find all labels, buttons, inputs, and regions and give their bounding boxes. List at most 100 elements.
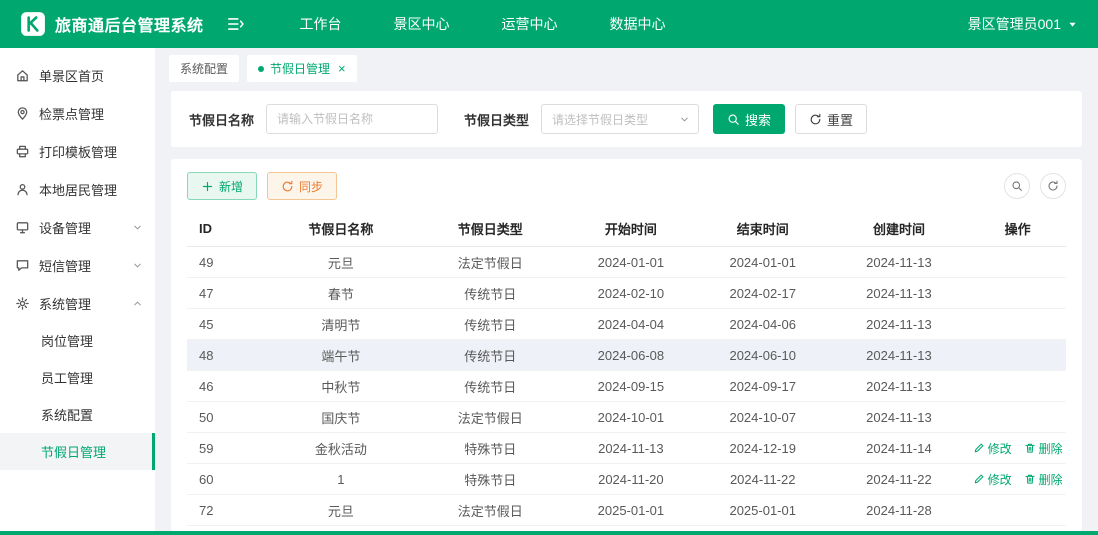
sync-icon <box>281 180 294 193</box>
search-button[interactable]: 搜索 <box>713 104 786 134</box>
tab-close-icon[interactable]: × <box>338 62 346 75</box>
tab-active[interactable]: 节假日管理 × <box>247 55 357 82</box>
cell-start: 2024-09-15 <box>597 378 665 394</box>
table-body: 49 元旦 法定节假日 2024-01-01 2024-01-01 2024-11-13 4… <box>187 247 1066 531</box>
nav-item-4[interactable]: 数据中心 <box>584 0 692 48</box>
column-header: 创建时间 <box>872 222 925 237</box>
sidebar-item[interactable]: 系统管理 <box>0 284 155 322</box>
cell-name: 中秋节 <box>321 379 361 395</box>
column-header: 结束时间 <box>736 222 789 237</box>
sidebar-item-label: 短信管理 <box>39 258 92 274</box>
add-button[interactable]: 新增 <box>187 172 258 200</box>
app-root: 旅商通后台管理系统 工作台 景区中心 运营中心 数据中心 景区管理员001 单景区首页… <box>0 0 1098 535</box>
sidebar-item-label: 设备管理 <box>39 220 92 236</box>
tab-label: 系统配置 <box>180 62 229 76</box>
sidebar-subitem[interactable]: 系统配置 <box>0 396 155 433</box>
sidebar-item-label: 本地居民管理 <box>39 182 118 198</box>
cell-created: 2024-11-13 <box>866 254 932 270</box>
cell-type: 法定节假日 <box>457 255 523 271</box>
edit-link[interactable]: 修改 <box>973 471 1012 488</box>
cell-created: 2024-11-22 <box>866 471 932 487</box>
cell-start: 2024-06-08 <box>597 347 665 363</box>
printer-icon <box>15 144 30 159</box>
cell-end: 2024-02-17 <box>729 285 796 301</box>
edit-link-label: 修改 <box>987 472 1012 487</box>
sidebar-subitem-label: 岗位管理 <box>41 334 94 349</box>
location-pin-icon <box>15 106 30 121</box>
home-icon <box>15 68 30 83</box>
holiday-type-select[interactable]: 请选择节假日类型 <box>541 104 700 134</box>
edit-icon <box>973 442 985 454</box>
reset-button-label: 重置 <box>827 112 854 128</box>
app-title: 旅商通后台管理系统 <box>55 18 204 35</box>
refresh-icon <box>809 113 822 126</box>
message-icon <box>15 258 30 273</box>
cell-operations: 修改 删除 <box>969 440 1066 457</box>
search-icon <box>1011 180 1023 192</box>
sync-button-label: 同步 <box>299 179 324 194</box>
cell-start: 2025-01-01 <box>597 502 665 518</box>
chevron-down-icon <box>132 260 143 271</box>
cell-name: 春节 <box>327 286 354 302</box>
reset-button[interactable]: 重置 <box>795 104 868 134</box>
table-refresh-button[interactable] <box>1040 173 1066 199</box>
holiday-name-input[interactable] <box>266 104 439 134</box>
sidebar-item[interactable]: 单景区首页 <box>0 56 155 94</box>
edit-link[interactable]: 修改 <box>973 440 1012 457</box>
sidebar-item-label: 系统管理 <box>39 296 92 312</box>
sync-button[interactable]: 同步 <box>267 172 338 200</box>
sidebar-subitem[interactable]: 岗位管理 <box>0 322 155 359</box>
cell-start: 2024-10-01 <box>597 409 665 425</box>
column-header: 开始时间 <box>604 222 657 237</box>
cell-end: 2024-12-19 <box>729 440 796 456</box>
nav-item-2[interactable]: 景区中心 <box>368 0 476 48</box>
cell-type: 传统节日 <box>464 317 517 333</box>
cell-created: 2024-11-13 <box>866 316 932 332</box>
layout: 单景区首页检票点管理打印模板管理 本地居民管理 设备管理短信管理系统管理岗位管理员工… <box>0 48 1098 531</box>
cell-type: 特殊节日 <box>464 472 517 488</box>
sidebar-item[interactable]: 设备管理 <box>0 208 155 246</box>
main-content: 系统配置 节假日管理 × 节假日名称 节假日类型 请选择节假日类型 搜索 <box>155 48 1098 531</box>
cell-name: 金秋活动 <box>314 441 367 457</box>
sidebar-item[interactable]: 本地居民管理 <box>0 170 155 208</box>
menu-collapse-icon[interactable] <box>226 15 244 33</box>
delete-link[interactable]: 删除 <box>1024 440 1063 457</box>
table-row: 49 元旦 法定节假日 2024-01-01 2024-01-01 2024-11-13 <box>187 247 1066 278</box>
sidebar-subitem[interactable]: 节假日管理 <box>0 433 155 470</box>
table-search-button[interactable] <box>1004 173 1030 199</box>
cell-id: 45 <box>199 316 214 332</box>
table-toolbar: 新增 同步 <box>187 172 1066 200</box>
sidebar-menu: 单景区首页检票点管理打印模板管理 本地居民管理 设备管理短信管理系统管理岗位管理员工… <box>0 56 155 470</box>
cell-operations: 修改 删除 <box>969 471 1066 488</box>
tab-label: 节假日管理 <box>270 62 331 76</box>
search-button-label: 搜索 <box>745 112 772 128</box>
nav-item-3[interactable]: 运营中心 <box>476 0 584 48</box>
table-row: 48 端午节 传统节日 2024-06-08 2024-06-10 2024-11-13 <box>187 340 1066 371</box>
sidebar-subitem[interactable]: 员工管理 <box>0 359 155 396</box>
table-row: 72 元旦 法定节假日 2025-01-01 2025-01-01 2024-11-28 <box>187 495 1066 526</box>
nav-item-1[interactable]: 工作台 <box>274 0 368 48</box>
cell-type: 传统节日 <box>464 348 517 364</box>
sidebar-item[interactable]: 检票点管理 <box>0 94 155 132</box>
cell-name: 国庆节 <box>321 410 361 426</box>
user-menu[interactable]: 景区管理员001 <box>968 14 1078 34</box>
delete-link-label: 删除 <box>1038 472 1063 487</box>
edit-icon <box>973 473 985 485</box>
cell-created: 2024-11-13 <box>866 285 932 301</box>
cell-created: 2024-11-14 <box>866 440 932 456</box>
cell-start: 2024-11-20 <box>598 471 664 487</box>
top-nav: 工作台 景区中心 运营中心 数据中心 <box>274 0 692 48</box>
sidebar-item[interactable]: 打印模板管理 <box>0 132 155 170</box>
tab-bar: 系统配置 节假日管理 × <box>155 48 1098 86</box>
chevron-up-icon <box>132 298 143 309</box>
delete-link[interactable]: 删除 <box>1024 471 1063 488</box>
cell-name: 1 <box>337 471 345 487</box>
tab-inactive[interactable]: 系统配置 <box>169 55 240 82</box>
column-header: 操作 <box>1004 222 1031 237</box>
sidebar-item[interactable]: 短信管理 <box>0 246 155 284</box>
sidebar-item-label: 单景区首页 <box>39 68 105 84</box>
chevron-down-icon <box>679 114 690 125</box>
sidebar-item-label: 打印模板管理 <box>39 144 118 160</box>
table-row: 45 清明节 传统节日 2024-04-04 2024-04-06 2024-11-13 <box>187 309 1066 340</box>
cell-id: 46 <box>199 378 214 394</box>
